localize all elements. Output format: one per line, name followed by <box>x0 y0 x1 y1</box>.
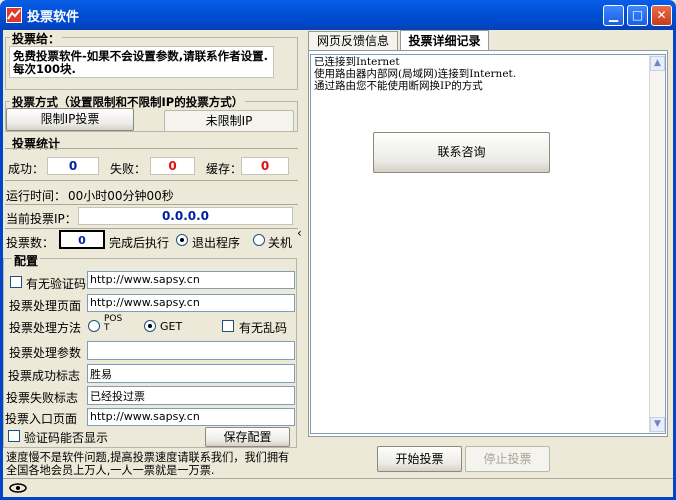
close-button[interactable]: ✕ <box>651 5 672 26</box>
handler-page-input[interactable]: http://www.sapsy.cn <box>87 294 295 312</box>
window-title: 投票软件 <box>27 10 80 25</box>
start-vote-button[interactable]: 开始投票 <box>377 446 462 472</box>
success-flag-label: 投票成功标志 <box>8 369 81 383</box>
footer-text: 速度慢不是软件问题,提高投票速度请联系我们，我们拥有全国各地会员上万人,一人一票… <box>6 451 290 477</box>
method-label: 投票处理方法 <box>9 321 82 335</box>
scroll-up-icon[interactable]: ▲ <box>650 56 665 71</box>
runtime-label: 运行时间： <box>6 189 67 203</box>
entry-page-label: 投票入口页面 <box>5 412 78 426</box>
cache-count: 0 <box>241 157 289 175</box>
notice-group-title: 投票给： <box>10 30 63 47</box>
no-limit-ip-button[interactable]: 未限制IP <box>164 110 294 132</box>
stop-vote-button[interactable]: 停止投票 <box>465 446 550 472</box>
fail-flag-input[interactable]: 已经投过票 <box>87 386 295 405</box>
tab-vote-details[interactable]: 投票详细记录 <box>400 30 489 51</box>
vote-count-label: 投票数： <box>6 236 55 250</box>
shutdown-radio[interactable] <box>253 234 265 246</box>
entry-page-input[interactable]: http://www.sapsy.cn <box>87 408 295 426</box>
captcha-label: 有无验证码 <box>26 277 87 291</box>
success-label: 成功： <box>8 162 45 176</box>
log-area[interactable]: 已连接到Internet 使用路由器内部网(局域网)连接到Internet. 通… <box>310 54 666 434</box>
minimize-button[interactable]: ▁ <box>603 5 624 26</box>
garbled-checkbox[interactable] <box>222 320 234 332</box>
maximize-button[interactable]: □ <box>627 5 648 26</box>
get-radio[interactable] <box>144 320 156 332</box>
config-group-title: 配置 <box>12 252 41 269</box>
contact-button[interactable]: 联系咨询 <box>373 132 550 173</box>
success-flag-input[interactable]: 胜易 <box>87 364 295 383</box>
scroll-down-icon[interactable]: ▼ <box>650 417 665 432</box>
captcha-display-checkbox[interactable] <box>8 430 20 442</box>
current-ip-label: 当前投票IP： <box>6 212 77 226</box>
captcha-display-label: 验证码能否显示 <box>24 431 109 445</box>
runtime-value: 00小时00分钟00秒 <box>68 189 174 203</box>
fail-flag-label: 投票失败标志 <box>6 391 79 405</box>
post-radio[interactable] <box>88 320 100 332</box>
stats-group-title: 投票统计 <box>10 135 63 152</box>
status-icon <box>8 482 30 494</box>
tab-web-feedback[interactable]: 网页反馈信息 <box>308 31 398 50</box>
success-count: 0 <box>47 157 99 175</box>
notice-text: 免费投票软件-如果不会设置参数,请联系作者设置.每次100块. <box>9 46 274 78</box>
minimize-icon: ▁ <box>608 8 619 22</box>
fail-label: 失败： <box>110 162 147 176</box>
vote-count-input[interactable]: 0 <box>59 230 105 249</box>
params-input[interactable] <box>87 341 295 360</box>
close-icon: ✕ <box>656 8 667 22</box>
garbled-label: 有无乱码 <box>239 321 288 335</box>
divider <box>5 180 298 181</box>
stats-divider <box>5 148 298 149</box>
captcha-checkbox[interactable] <box>10 276 22 288</box>
after-done-label: 完成后执行 <box>109 236 170 250</box>
params-label: 投票处理参数 <box>9 346 82 360</box>
exit-program-label[interactable]: 退出程序 <box>192 234 240 251</box>
get-label[interactable]: GET <box>160 320 182 333</box>
limit-ip-button[interactable]: 限制IP投票 <box>6 108 134 131</box>
log-line: 使用路由器内部网(局域网)连接到Internet. <box>314 68 517 80</box>
maximize-icon: □ <box>631 8 644 22</box>
app-icon <box>6 7 22 23</box>
captcha-url-input[interactable]: http://www.sapsy.cn <box>87 271 295 289</box>
divider <box>5 228 298 229</box>
exit-program-radio[interactable] <box>176 234 188 246</box>
current-ip-value: 0.0.0.0 <box>78 207 293 225</box>
title-bar[interactable] <box>0 0 676 30</box>
log-line: 通过路由您不能使用断网换IP的方式 <box>314 80 483 92</box>
cache-label: 缓存： <box>206 162 243 176</box>
log-line: 已连接到Internet <box>314 56 400 68</box>
shutdown-label[interactable]: 关机 <box>268 234 292 251</box>
log-scrollbar[interactable] <box>649 55 665 433</box>
post-label[interactable]: POST <box>104 315 126 333</box>
save-config-button[interactable]: 保存配置 <box>205 427 290 447</box>
collapse-arrow-icon[interactable]: ‹ <box>297 226 302 240</box>
divider <box>5 204 298 205</box>
fail-count: 0 <box>150 157 195 175</box>
status-bar <box>3 478 673 497</box>
handler-page-label: 投票处理页面 <box>9 299 82 313</box>
